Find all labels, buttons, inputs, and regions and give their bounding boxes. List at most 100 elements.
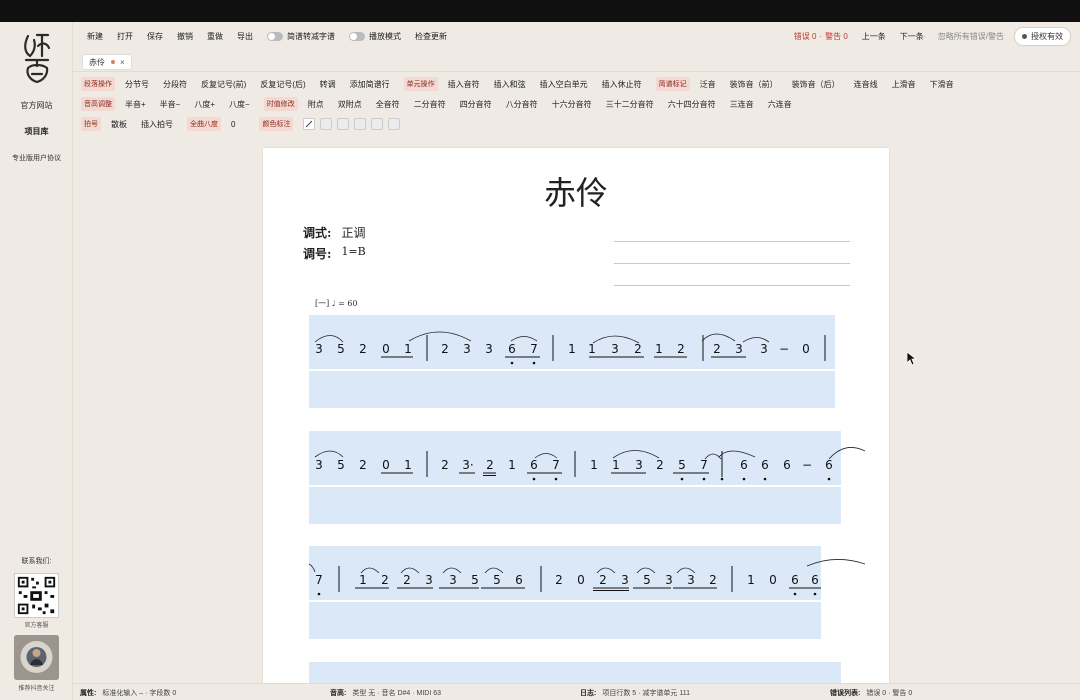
tool-octave-down[interactable]: 八度− — [229, 99, 250, 110]
tool-semitone-up[interactable]: 半音+ — [125, 99, 146, 110]
menu-open[interactable]: 打开 — [117, 31, 133, 42]
menu-save[interactable]: 保存 — [147, 31, 163, 42]
tool-semitone-down[interactable]: 半音− — [160, 99, 181, 110]
mode-value[interactable]: 正调 — [341, 224, 365, 241]
color-swatch-1[interactable] — [320, 118, 333, 130]
tool-slur[interactable]: 连音线 — [854, 79, 878, 90]
tool-slide-up[interactable]: 上滑音 — [892, 79, 916, 90]
tool-64th-note[interactable]: 六十四分音符 — [668, 99, 716, 110]
note[interactable]: 1 — [359, 573, 367, 587]
color-swatch-3[interactable] — [354, 118, 367, 130]
note[interactable]: 3 — [315, 458, 323, 472]
note[interactable]: 6 — [515, 573, 523, 587]
score-system-4[interactable] — [309, 662, 841, 683]
note[interactable]: 7 — [315, 573, 323, 587]
note[interactable]: 3 — [635, 458, 643, 472]
note[interactable]: 6 — [530, 458, 538, 472]
next-error-button[interactable]: 下一条 — [900, 31, 924, 42]
note[interactable]: 6 — [740, 458, 748, 472]
note[interactable]: 6 — [811, 573, 819, 587]
note[interactable]: 6 — [783, 458, 791, 472]
lyric-row[interactable] — [309, 371, 835, 408]
note[interactable]: 5 — [678, 458, 686, 472]
note[interactable]: 5 — [643, 573, 651, 587]
tool-grace-after[interactable]: 装饰音（后） — [792, 79, 840, 90]
note[interactable]: 0 — [802, 342, 810, 356]
note[interactable]: 3 — [315, 342, 323, 356]
tool-32nd-note[interactable]: 三十二分音符 — [606, 99, 654, 110]
note[interactable]: 3 — [485, 342, 493, 356]
note[interactable]: 1 — [655, 342, 663, 356]
menu-export[interactable]: 导出 — [237, 31, 253, 42]
note[interactable]: 2 — [555, 573, 563, 587]
tool-section-break[interactable]: 分段符 — [163, 79, 187, 90]
note[interactable]: 2 — [359, 342, 367, 356]
note[interactable]: 2 — [656, 458, 664, 472]
note[interactable]: 1 — [747, 573, 755, 587]
prev-error-button[interactable]: 上一条 — [862, 31, 886, 42]
note[interactable]: 0 — [382, 342, 390, 356]
tool-insert-blank-unit[interactable]: 插入空白单元 — [540, 79, 588, 90]
note[interactable]: 0 — [577, 573, 585, 587]
tool-add-jianpu-row[interactable]: 添加简谱行 — [350, 79, 390, 90]
note[interactable]: 3· — [462, 458, 473, 472]
note[interactable]: 3 — [463, 342, 471, 356]
note[interactable]: 1 — [404, 342, 412, 356]
note[interactable]: 3 — [735, 342, 743, 356]
note[interactable]: 5 — [471, 573, 479, 587]
note[interactable]: 0 — [769, 573, 777, 587]
note[interactable]: 5 — [493, 573, 501, 587]
tool-insert-chord[interactable]: 插入和弦 — [494, 79, 526, 90]
tool-triplet[interactable]: 三连音 — [730, 99, 754, 110]
score-title[interactable]: 赤伶 — [263, 168, 889, 214]
tool-free-meter[interactable]: 散板 — [111, 119, 127, 130]
note[interactable]: 2 — [403, 573, 411, 587]
note[interactable]: 2 — [441, 342, 449, 356]
toggle-playback-mode[interactable]: 播放模式 — [349, 31, 401, 42]
tool-dotted[interactable]: 附点 — [308, 99, 324, 110]
tool-insert-time-signature[interactable]: 插入拍号 — [141, 119, 173, 130]
tool-double-dotted[interactable]: 双附点 — [338, 99, 362, 110]
toggle-switch-icon[interactable] — [349, 31, 365, 41]
note[interactable]: 2 — [677, 342, 685, 356]
note[interactable]: − — [779, 342, 789, 356]
menu-undo[interactable]: 撤销 — [177, 31, 193, 42]
tool-grace-before[interactable]: 装饰音（前） — [730, 79, 778, 90]
note[interactable]: 3 — [687, 573, 695, 587]
color-swatch-2[interactable] — [337, 118, 350, 130]
close-icon[interactable]: × — [120, 58, 125, 67]
note[interactable]: 2 — [359, 458, 367, 472]
lyric-row[interactable] — [309, 602, 821, 639]
note[interactable]: 5 — [337, 342, 345, 356]
tool-whole-note[interactable]: 全音符 — [376, 99, 400, 110]
tool-eighth-note[interactable]: 八分音符 — [506, 99, 538, 110]
menu-new[interactable]: 新建 — [87, 31, 103, 42]
note[interactable]: 2 — [486, 458, 494, 472]
note[interactable]: 3 — [425, 573, 433, 587]
document-tab[interactable]: 赤伶 × — [82, 54, 132, 70]
note[interactable]: 2 — [441, 458, 449, 472]
tool-modulation[interactable]: 转调 — [320, 79, 336, 90]
tool-harmonic[interactable]: 泛音 — [700, 79, 716, 90]
menu-check-update[interactable]: 检查更新 — [415, 31, 447, 42]
tool-sextuplet[interactable]: 六连音 — [768, 99, 792, 110]
note[interactable]: 2 — [709, 573, 717, 587]
note[interactable]: 1 — [612, 458, 620, 472]
tool-insert-note[interactable]: 插入音符 — [448, 79, 480, 90]
note[interactable]: 2 — [634, 342, 642, 356]
color-swatch-4[interactable] — [371, 118, 384, 130]
score-system-1[interactable]: 3 5 2 0 1 2 3 3 6 7 1 1 3 2 1 2 2 3 3−0 — [309, 315, 835, 408]
status-error-list[interactable]: 错误列表: 错误 0 · 警告 0 — [830, 688, 912, 698]
note[interactable]: 7 — [552, 458, 560, 472]
note[interactable]: − — [802, 458, 812, 472]
tool-insert-rest[interactable]: 插入休止符 — [602, 79, 642, 90]
color-swatch-5[interactable] — [388, 118, 401, 130]
key-value[interactable]: 1=B — [341, 245, 365, 262]
note[interactable]: 7 — [530, 342, 538, 356]
note[interactable]: 6 — [508, 342, 516, 356]
tool-sixteenth-note[interactable]: 十六分音符 — [552, 99, 592, 110]
note[interactable]: 1 — [404, 458, 412, 472]
app-logo[interactable] — [20, 30, 54, 86]
lyric-row[interactable] — [309, 487, 841, 524]
tempo-marking[interactable]: [一] ♩ = 60 — [315, 298, 358, 309]
